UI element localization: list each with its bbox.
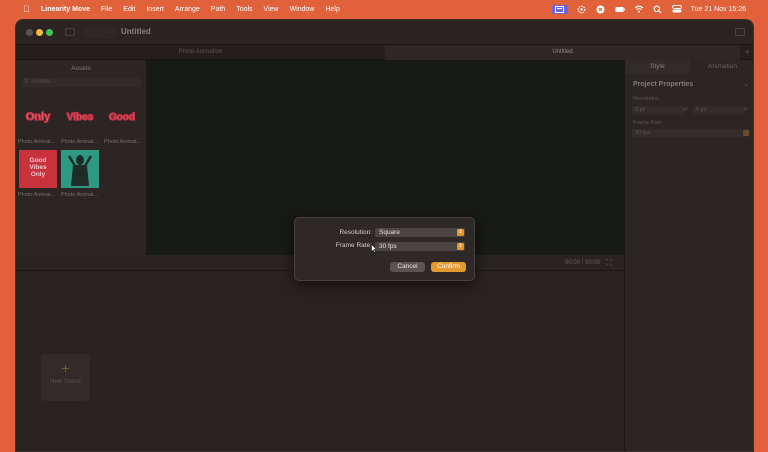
asset-thumbnail-4[interactable]: Good Vibes Only — [19, 150, 57, 188]
minimize-window-button[interactable] — [36, 29, 43, 36]
mouse-cursor-icon — [371, 240, 378, 253]
gear-icon[interactable] — [577, 5, 587, 14]
new-tab-button[interactable]: + — [740, 45, 753, 60]
menu-file[interactable]: File — [101, 6, 112, 13]
zoom-window-button[interactable] — [46, 29, 53, 36]
menu-edit[interactable]: Edit — [123, 6, 135, 13]
chevron-updown-icon — [743, 130, 749, 136]
menu-bar:  Linearity Move File Edit Insert Arrang… — [0, 0, 768, 18]
menu-help[interactable]: Help — [325, 6, 339, 13]
asset-caption-4: Photo Animat... — [18, 192, 56, 198]
inspector-panel: Style Animation Project Properties ⌄ Res… — [624, 60, 753, 451]
inspector-toggle-icon[interactable] — [735, 28, 745, 36]
frame-rate-select[interactable]: 30 fps — [632, 129, 750, 137]
search-icon: ⚲ — [24, 79, 29, 85]
plus-icon: + — [61, 360, 70, 376]
battery-icon[interactable] — [615, 5, 625, 14]
resolution-label: Resolution — [633, 96, 659, 102]
menu-insert[interactable]: Insert — [146, 6, 164, 13]
asset-caption-5: Photo Animat... — [61, 192, 99, 198]
tab-style[interactable]: Style — [625, 60, 690, 74]
cancel-button[interactable]: Cancel — [390, 262, 425, 272]
new-scene-label: New Scene — [50, 379, 81, 385]
wifi-icon[interactable] — [634, 5, 644, 14]
frame-rate-select-value: 30 fps — [379, 243, 397, 250]
asset-thumb-text-3: Good — [109, 112, 135, 123]
height-field[interactable]: 0 px — [693, 106, 745, 114]
project-properties-title: Project Properties — [633, 81, 694, 88]
timecode: 00:00 / 00:00 — [565, 260, 601, 266]
screen-mirror-icon[interactable] — [551, 4, 568, 14]
dialog-resolution-label: Resolution: — [339, 229, 372, 236]
tab-animation[interactable]: Animation — [690, 60, 753, 74]
menu-clock[interactable]: Tue 21 Nov 15:26 — [691, 6, 746, 13]
menu-path[interactable]: Path — [211, 6, 225, 13]
sidebar-toggle-icon[interactable] — [65, 28, 75, 36]
assets-panel: Assets ⚲ Assets Only Vibes Good Photo An… — [16, 60, 147, 255]
figure-photo-icon — [61, 150, 99, 188]
tab-untitled[interactable]: Untitled — [385, 45, 740, 60]
width-field[interactable]: 0 px — [632, 106, 684, 114]
asset-thumbnail-2[interactable]: Vibes — [61, 98, 99, 136]
chevron-down-icon[interactable]: ⌄ — [743, 80, 749, 88]
asset-caption-2: Photo Animat... — [61, 139, 99, 145]
asset-thumb-text-2: Vibes — [67, 112, 94, 123]
document-tabs: Photo Animation Untitled + — [16, 45, 753, 60]
asset-caption-1: Photo Animat... — [18, 139, 56, 145]
chevron-updown-icon: ⇕ — [457, 243, 464, 250]
asset-thumb-text-1: Only — [26, 111, 51, 123]
asset-caption-3: Photo Animat... — [104, 139, 142, 145]
close-window-button[interactable] — [26, 29, 33, 36]
fullscreen-icon[interactable]: ⛶ — [606, 258, 612, 268]
menu-tools[interactable]: Tools — [236, 6, 252, 13]
inspector-tabs: Style Animation — [625, 60, 753, 74]
height-unit: H — [744, 107, 748, 113]
resolution-select[interactable]: Square ⇕ — [375, 228, 465, 237]
title-bar: ⌄ Untitled — [16, 20, 753, 45]
apple-icon[interactable]:  — [23, 0, 35, 18]
search-icon[interactable] — [653, 5, 663, 14]
assets-search-input[interactable]: ⚲ Assets — [21, 78, 141, 87]
menu-app-name[interactable]: Linearity Move — [41, 6, 90, 13]
menu-window[interactable]: Window — [290, 6, 315, 13]
zoom-dropdown[interactable]: ⌄ — [84, 27, 116, 38]
frame-rate-dialog-select[interactable]: 30 fps ⇕ — [375, 242, 465, 251]
assets-header: Assets — [71, 65, 91, 72]
new-project-dialog: Resolution: Square ⇕ Frame Rate: 30 fps … — [294, 217, 475, 281]
new-scene-button[interactable]: + New Scene — [41, 354, 90, 401]
close-circle-icon[interactable] — [596, 5, 606, 14]
frame-rate-value: 30 fps — [635, 130, 650, 136]
dialog-frame-rate-label: Frame Rate: — [335, 242, 372, 249]
asset-thumbnail-5[interactable] — [61, 150, 99, 188]
chevron-updown-icon: ⇕ — [457, 229, 464, 236]
control-center-icon[interactable] — [671, 5, 682, 14]
menu-view[interactable]: View — [264, 6, 279, 13]
asset-thumb-text-4: Good Vibes Only — [29, 157, 47, 178]
asset-thumbnail-1[interactable]: Only — [19, 98, 57, 136]
window-title: Untitled — [121, 27, 151, 36]
scenes-area: + New Scene — [16, 271, 624, 451]
assets-search-placeholder: Assets — [32, 79, 51, 85]
menu-arrange[interactable]: Arrange — [175, 6, 200, 13]
asset-thumbnail-3[interactable]: Good — [103, 98, 141, 136]
frame-rate-label: Frame Rate — [633, 120, 663, 126]
confirm-button[interactable]: Confirm — [431, 262, 466, 272]
tab-photo-animation[interactable]: Photo Animation — [16, 45, 385, 60]
width-unit: W — [683, 107, 688, 113]
resolution-select-value: Square — [379, 229, 400, 236]
